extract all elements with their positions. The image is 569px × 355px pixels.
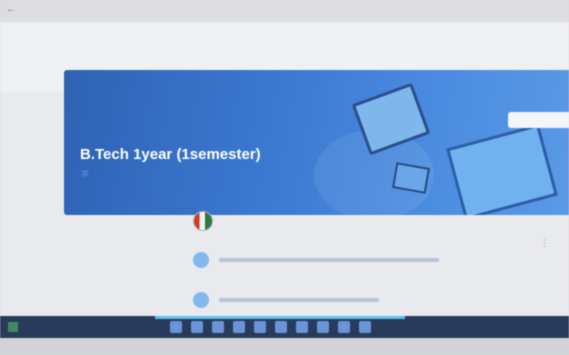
assignment-icon (193, 252, 209, 268)
monitor-bezel (0, 338, 569, 355)
banner-art-phone (392, 162, 430, 194)
more-options-icon[interactable]: ⋮ (540, 238, 549, 249)
class-title: B.Tech 1year (1semester) (80, 146, 261, 163)
banner-art-laptop (446, 123, 558, 215)
info-icon[interactable]: ⓘ (82, 169, 88, 178)
screen: ← B.Tech 1year (1semester) ⓘ 0 ⋮ (0, 0, 569, 355)
start-icon[interactable] (8, 322, 18, 332)
taskbar-app-icon[interactable] (170, 321, 182, 333)
upcoming-panel (80, 200, 170, 230)
taskbar-app-icon[interactable] (212, 321, 224, 333)
taskbar-app-icon[interactable] (338, 321, 350, 333)
taskbar-app-icon[interactable] (296, 321, 308, 333)
avatar[interactable] (193, 211, 213, 231)
taskbar-app-icon[interactable] (359, 321, 371, 333)
taskbar-highlight (155, 316, 405, 319)
back-arrow-icon[interactable]: ← (6, 4, 16, 15)
post-text-line (219, 258, 439, 262)
taskbar-app-icon[interactable] (233, 321, 245, 333)
assignment-icon (193, 292, 209, 308)
post-text-line (219, 298, 379, 302)
taskbar-app-icon[interactable] (317, 321, 329, 333)
taskbar-app-icon[interactable] (275, 321, 287, 333)
taskbar-app-icon[interactable] (191, 321, 203, 333)
taskbar-icons (170, 321, 371, 333)
taskbar-app-icon[interactable] (254, 321, 266, 333)
class-banner: B.Tech 1year (1semester) ⓘ (64, 70, 569, 215)
stream-count: 0 (150, 205, 154, 212)
taskbar (0, 316, 569, 338)
customise-button[interactable] (508, 112, 569, 128)
browser-toolbar: ← (0, 0, 569, 23)
